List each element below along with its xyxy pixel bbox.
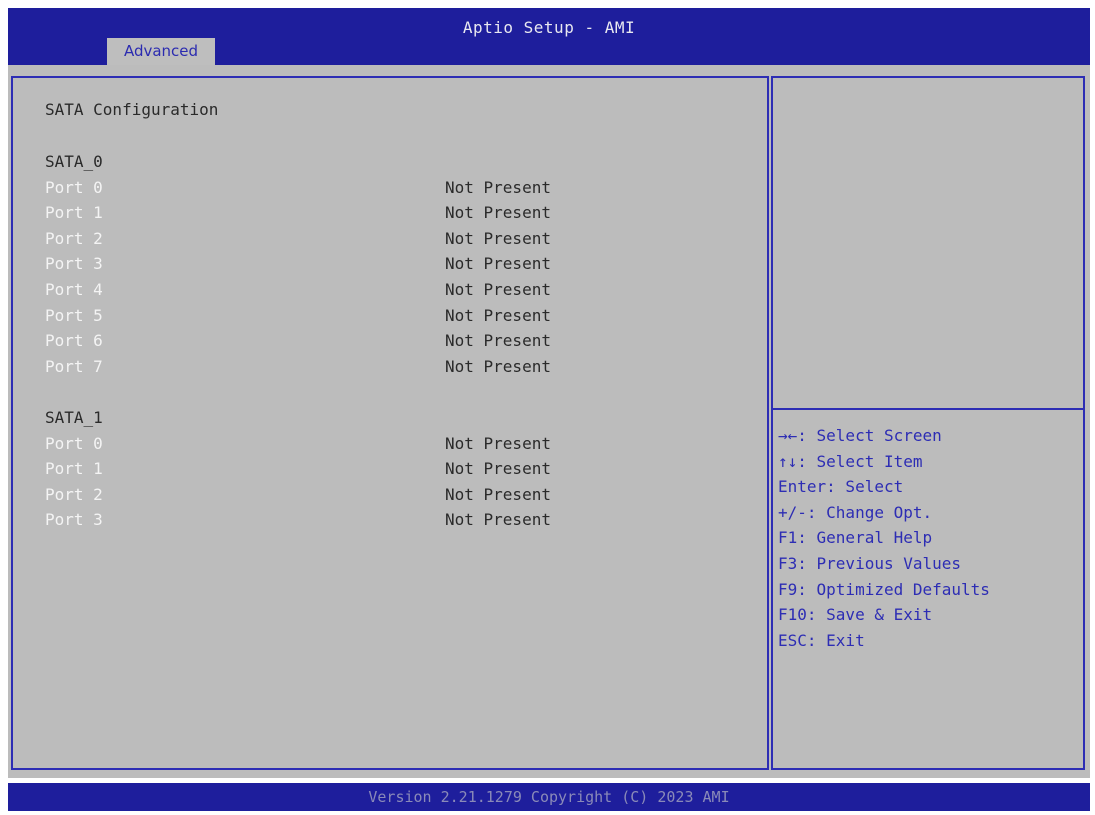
help-select-item: ↑↓: Select Item (778, 451, 923, 471)
help-optimized-defaults: F9: Optimized Defaults (778, 579, 990, 599)
app-title: Aptio Setup - AMI (462, 18, 636, 37)
port-label: Port 2 (45, 484, 103, 504)
port-label: Port 1 (45, 203, 103, 223)
port-status: Not Present (445, 228, 551, 248)
port-label: Port 1 (45, 459, 103, 479)
port-label: Port 6 (45, 331, 103, 351)
help-save-exit: F10: Save & Exit (778, 605, 933, 625)
version-footer: Version 2.21.1279 Copyright (C) 2023 AMI (8, 783, 1090, 811)
port-label: Port 0 (45, 177, 103, 197)
port-label: Port 7 (45, 356, 103, 376)
help-change-option: +/-: Change Opt. (778, 502, 933, 522)
key-help-list: →←: Select Screen ↑↓: Select Item Enter:… (778, 423, 990, 653)
settings-panel: SATA Configuration SATA_0 Port 0 Not Pre… (11, 76, 769, 770)
port-status: Not Present (445, 356, 551, 376)
help-panel: →←: Select Screen ↑↓: Select Item Enter:… (771, 76, 1085, 770)
port-status: Not Present (445, 254, 551, 274)
help-general-help: F1: General Help (778, 528, 933, 548)
help-escape-exit: ESC: Exit (778, 630, 865, 650)
port-status: Not Present (445, 459, 551, 479)
title-bar: Aptio Setup - AMI Advanced (8, 8, 1090, 65)
tab-advanced[interactable]: Advanced (107, 38, 215, 65)
port-status: Not Present (445, 305, 551, 325)
port-status: Not Present (445, 280, 551, 299)
port-status: Not Present (445, 484, 551, 504)
port-status: Not Present (445, 177, 551, 197)
help-previous-values: F3: Previous Values (778, 553, 962, 573)
port-status: Not Present (445, 510, 551, 530)
help-divider (773, 408, 1083, 410)
help-select-screen: →←: Select Screen (778, 426, 942, 445)
help-enter-select: Enter: Select (778, 477, 904, 497)
port-label: Port 4 (45, 280, 103, 299)
port-label: Port 5 (45, 305, 103, 325)
port-label: Port 2 (45, 228, 103, 248)
port-label: Port 3 (45, 254, 103, 274)
port-status: Not Present (445, 331, 551, 351)
bios-screen: Aptio Setup - AMI Advanced SATA Configur… (8, 8, 1090, 811)
main-area: SATA Configuration SATA_0 Port 0 Not Pre… (8, 65, 1090, 778)
port-status: Not Present (445, 433, 551, 453)
port-status: Not Present (445, 203, 551, 223)
port-label: Port 3 (45, 510, 103, 530)
port-label: Port 0 (45, 433, 103, 453)
